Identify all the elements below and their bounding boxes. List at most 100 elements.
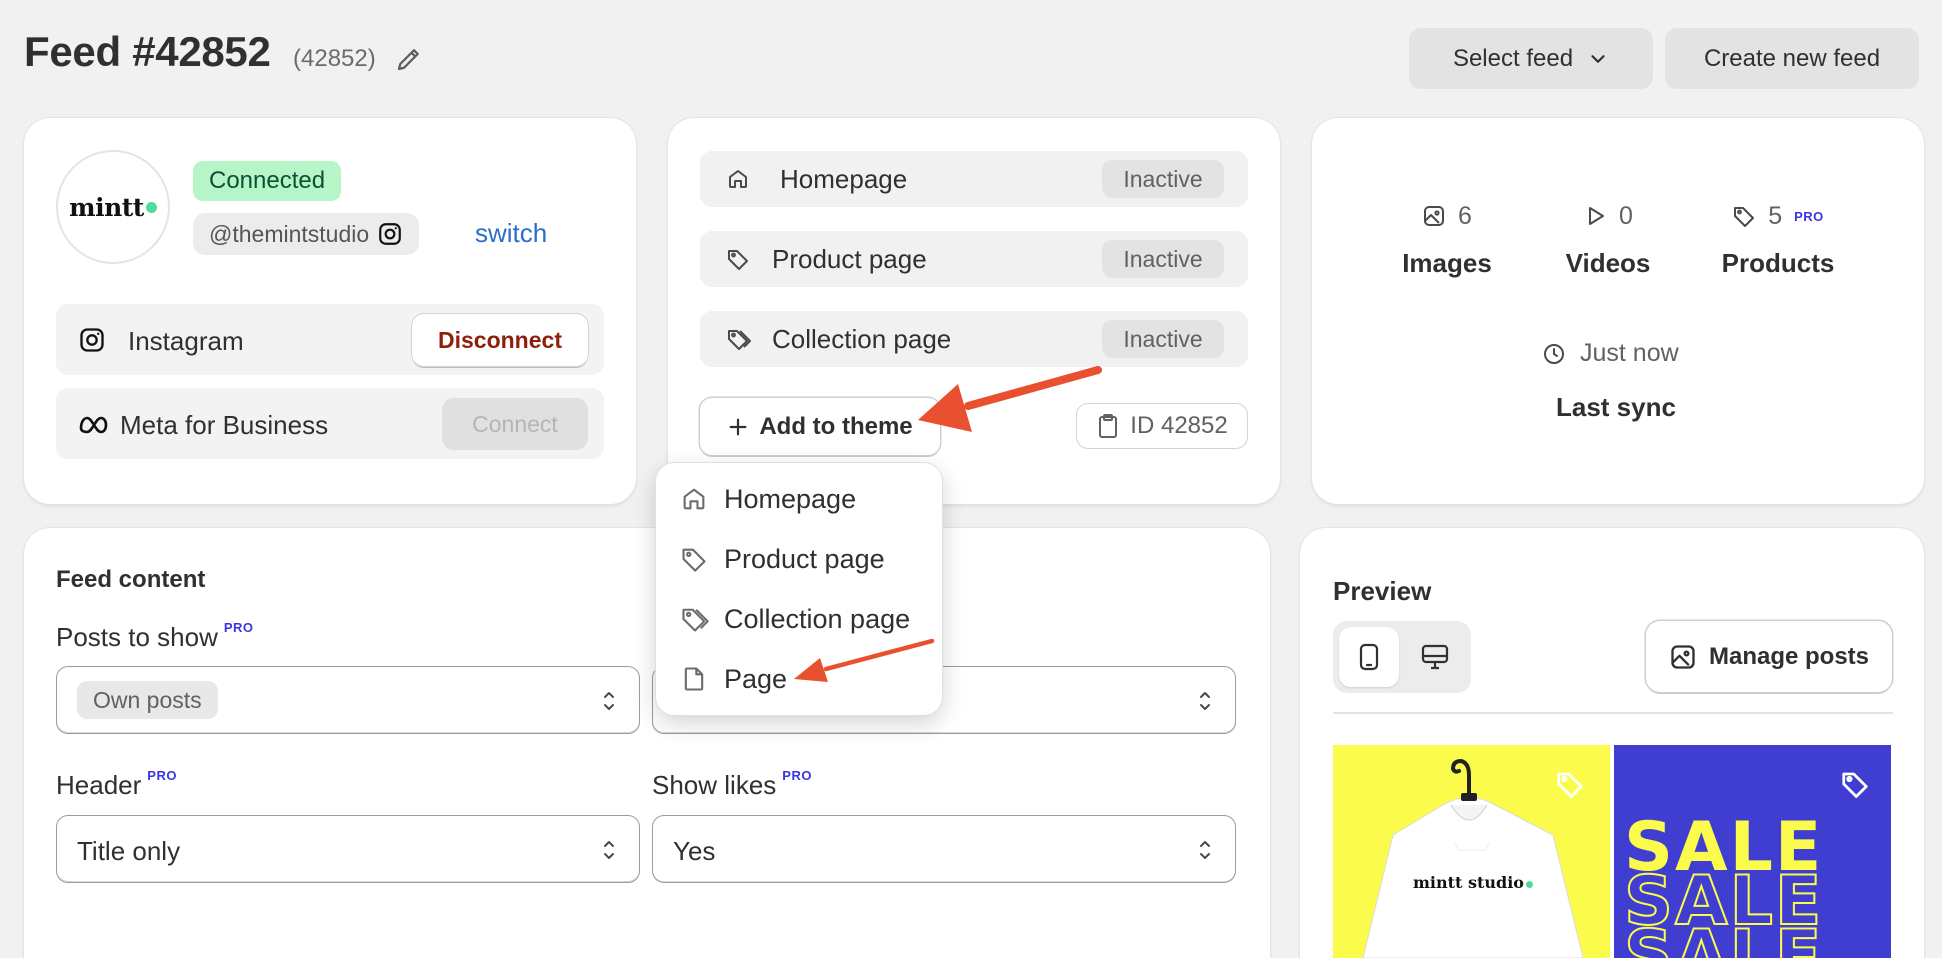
tags-icon (728, 330, 751, 350)
connect-button[interactable]: Connect (442, 398, 588, 450)
select-arrows-icon (1200, 841, 1210, 859)
meta-connection-row: Meta for Business Connect (56, 388, 604, 459)
status-badge: Inactive (1102, 320, 1224, 358)
header-field-label: Header PRO (56, 768, 177, 801)
preview-post[interactable]: mintt studio (1333, 745, 1610, 958)
logo-dot (1525, 881, 1533, 888)
images-count: 6 (1458, 201, 1472, 230)
pro-badge: PRO (782, 768, 812, 783)
switch-account-link[interactable]: switch (475, 218, 547, 249)
desktop-view-button[interactable] (1405, 627, 1465, 687)
status-badge: Inactive (1102, 160, 1224, 198)
image-icon (1424, 206, 1445, 226)
tag-icon (728, 250, 748, 270)
manage-posts-button[interactable]: Manage posts (1646, 621, 1892, 692)
meta-icon (79, 416, 108, 434)
section-title: Feed content (56, 566, 206, 593)
copy-id-button[interactable]: ID 42852 (1076, 403, 1248, 449)
tag-icon (1842, 772, 1868, 798)
pro-badge: PRO (1794, 208, 1824, 224)
sync-time-text: Just now (1580, 339, 1679, 367)
account-avatar: mintt (56, 150, 170, 264)
stat-products: 5 PRO Products (1708, 198, 1848, 279)
create-new-feed-button[interactable]: Create new feed (1665, 28, 1919, 89)
add-to-theme-dropdown: Homepage Product page Collection page Pa… (656, 463, 942, 715)
status-badge: Inactive (1102, 240, 1224, 278)
preview-post[interactable]: SALE SALE SALE (1614, 745, 1891, 958)
header-select[interactable]: Title only (56, 815, 640, 883)
add-to-theme-button[interactable]: Add to theme (700, 398, 940, 455)
posts-to-show-select[interactable]: Own posts (56, 666, 640, 734)
handle-text: @themintstudio (209, 220, 370, 247)
hoodie-print-text: mintt studio (1413, 873, 1524, 892)
header-label-text: Header (56, 770, 142, 800)
menu-item-homepage[interactable]: Homepage (656, 474, 942, 524)
show-likes-text: Show likes (652, 770, 777, 800)
device-toggle (1333, 621, 1471, 693)
videos-label: Videos (1565, 248, 1651, 278)
desktop-icon (1421, 644, 1449, 670)
last-sync-label: Last sync (1556, 392, 1676, 422)
stat-images: 6 Images (1377, 198, 1517, 279)
pro-badge: PRO (223, 620, 254, 635)
menu-item-collection-page[interactable]: Collection page (656, 594, 942, 644)
show-likes-select[interactable]: Yes (652, 815, 1236, 883)
instagram-label: Instagram (128, 326, 244, 356)
preview-title: Preview (1333, 576, 1432, 606)
homepage-label: Homepage (780, 164, 908, 194)
chevron-down-icon (1591, 54, 1605, 63)
account-handle: @themintstudio (193, 213, 420, 255)
instagram-icon (80, 328, 104, 352)
clipboard-icon (1099, 414, 1118, 438)
mobile-icon (1359, 643, 1379, 671)
menu-item-page[interactable]: Page (656, 654, 942, 704)
hoodie-print: mintt studio (1413, 873, 1533, 893)
tags-icon (682, 608, 709, 632)
meta-label: Meta for Business (120, 410, 329, 440)
clock-icon (1544, 343, 1564, 364)
last-sync-time: Just now (1542, 339, 1679, 368)
select-feed-label: Select feed (1452, 44, 1574, 72)
feed-content-card (24, 528, 1270, 958)
play-icon (1589, 207, 1605, 225)
videos-count: 0 (1619, 201, 1633, 230)
pro-badge: PRO (147, 768, 177, 783)
sale-text-outline: SALE (1623, 916, 1824, 958)
plus-icon (729, 418, 747, 435)
theme-row-homepage[interactable]: Homepage Inactive (700, 151, 1248, 207)
stats-card (1312, 118, 1924, 504)
collection-page-label: Collection page (772, 324, 952, 354)
menu-item-label: Page (724, 663, 788, 694)
add-to-theme-label: Add to theme (759, 412, 913, 440)
tag-icon (682, 548, 706, 572)
select-feed-button[interactable]: Select feed (1409, 28, 1653, 89)
product-page-label: Product page (772, 244, 927, 274)
logo-dot (145, 201, 157, 213)
products-count: 5 (1768, 201, 1783, 230)
show-likes-value: Yes (673, 836, 716, 866)
instagram-connection-row: Instagram Disconnect (56, 304, 604, 375)
pencil-icon[interactable] (394, 44, 424, 74)
disconnect-button[interactable]: Disconnect (412, 314, 588, 366)
file-icon (684, 667, 704, 691)
logo-text: mintt (69, 192, 144, 222)
divider (1333, 712, 1893, 714)
sale-graphic: SALE SALE SALE (1623, 814, 1824, 958)
page-title: Feed #42852 (24, 28, 271, 75)
menu-item-product-page[interactable]: Product page (656, 534, 942, 584)
menu-item-label: Product page (724, 543, 885, 574)
images-label: Images (1402, 248, 1492, 278)
instagram-icon (379, 223, 401, 245)
feed-id-label: ID 42852 (1130, 412, 1228, 439)
theme-row-collection-page[interactable]: Collection page Inactive (700, 311, 1248, 367)
image-icon (1671, 644, 1695, 669)
menu-item-label: Homepage (724, 483, 857, 514)
status-badge: Connected (193, 161, 342, 201)
stat-videos: 0 Videos (1538, 198, 1678, 279)
theme-row-product-page[interactable]: Product page Inactive (700, 231, 1248, 287)
menu-item-label: Collection page (724, 603, 911, 634)
home-icon (729, 170, 747, 188)
tag-icon (1557, 772, 1583, 798)
mobile-view-button[interactable] (1339, 627, 1399, 687)
feed-id-subtitle: (42852) (293, 45, 376, 72)
